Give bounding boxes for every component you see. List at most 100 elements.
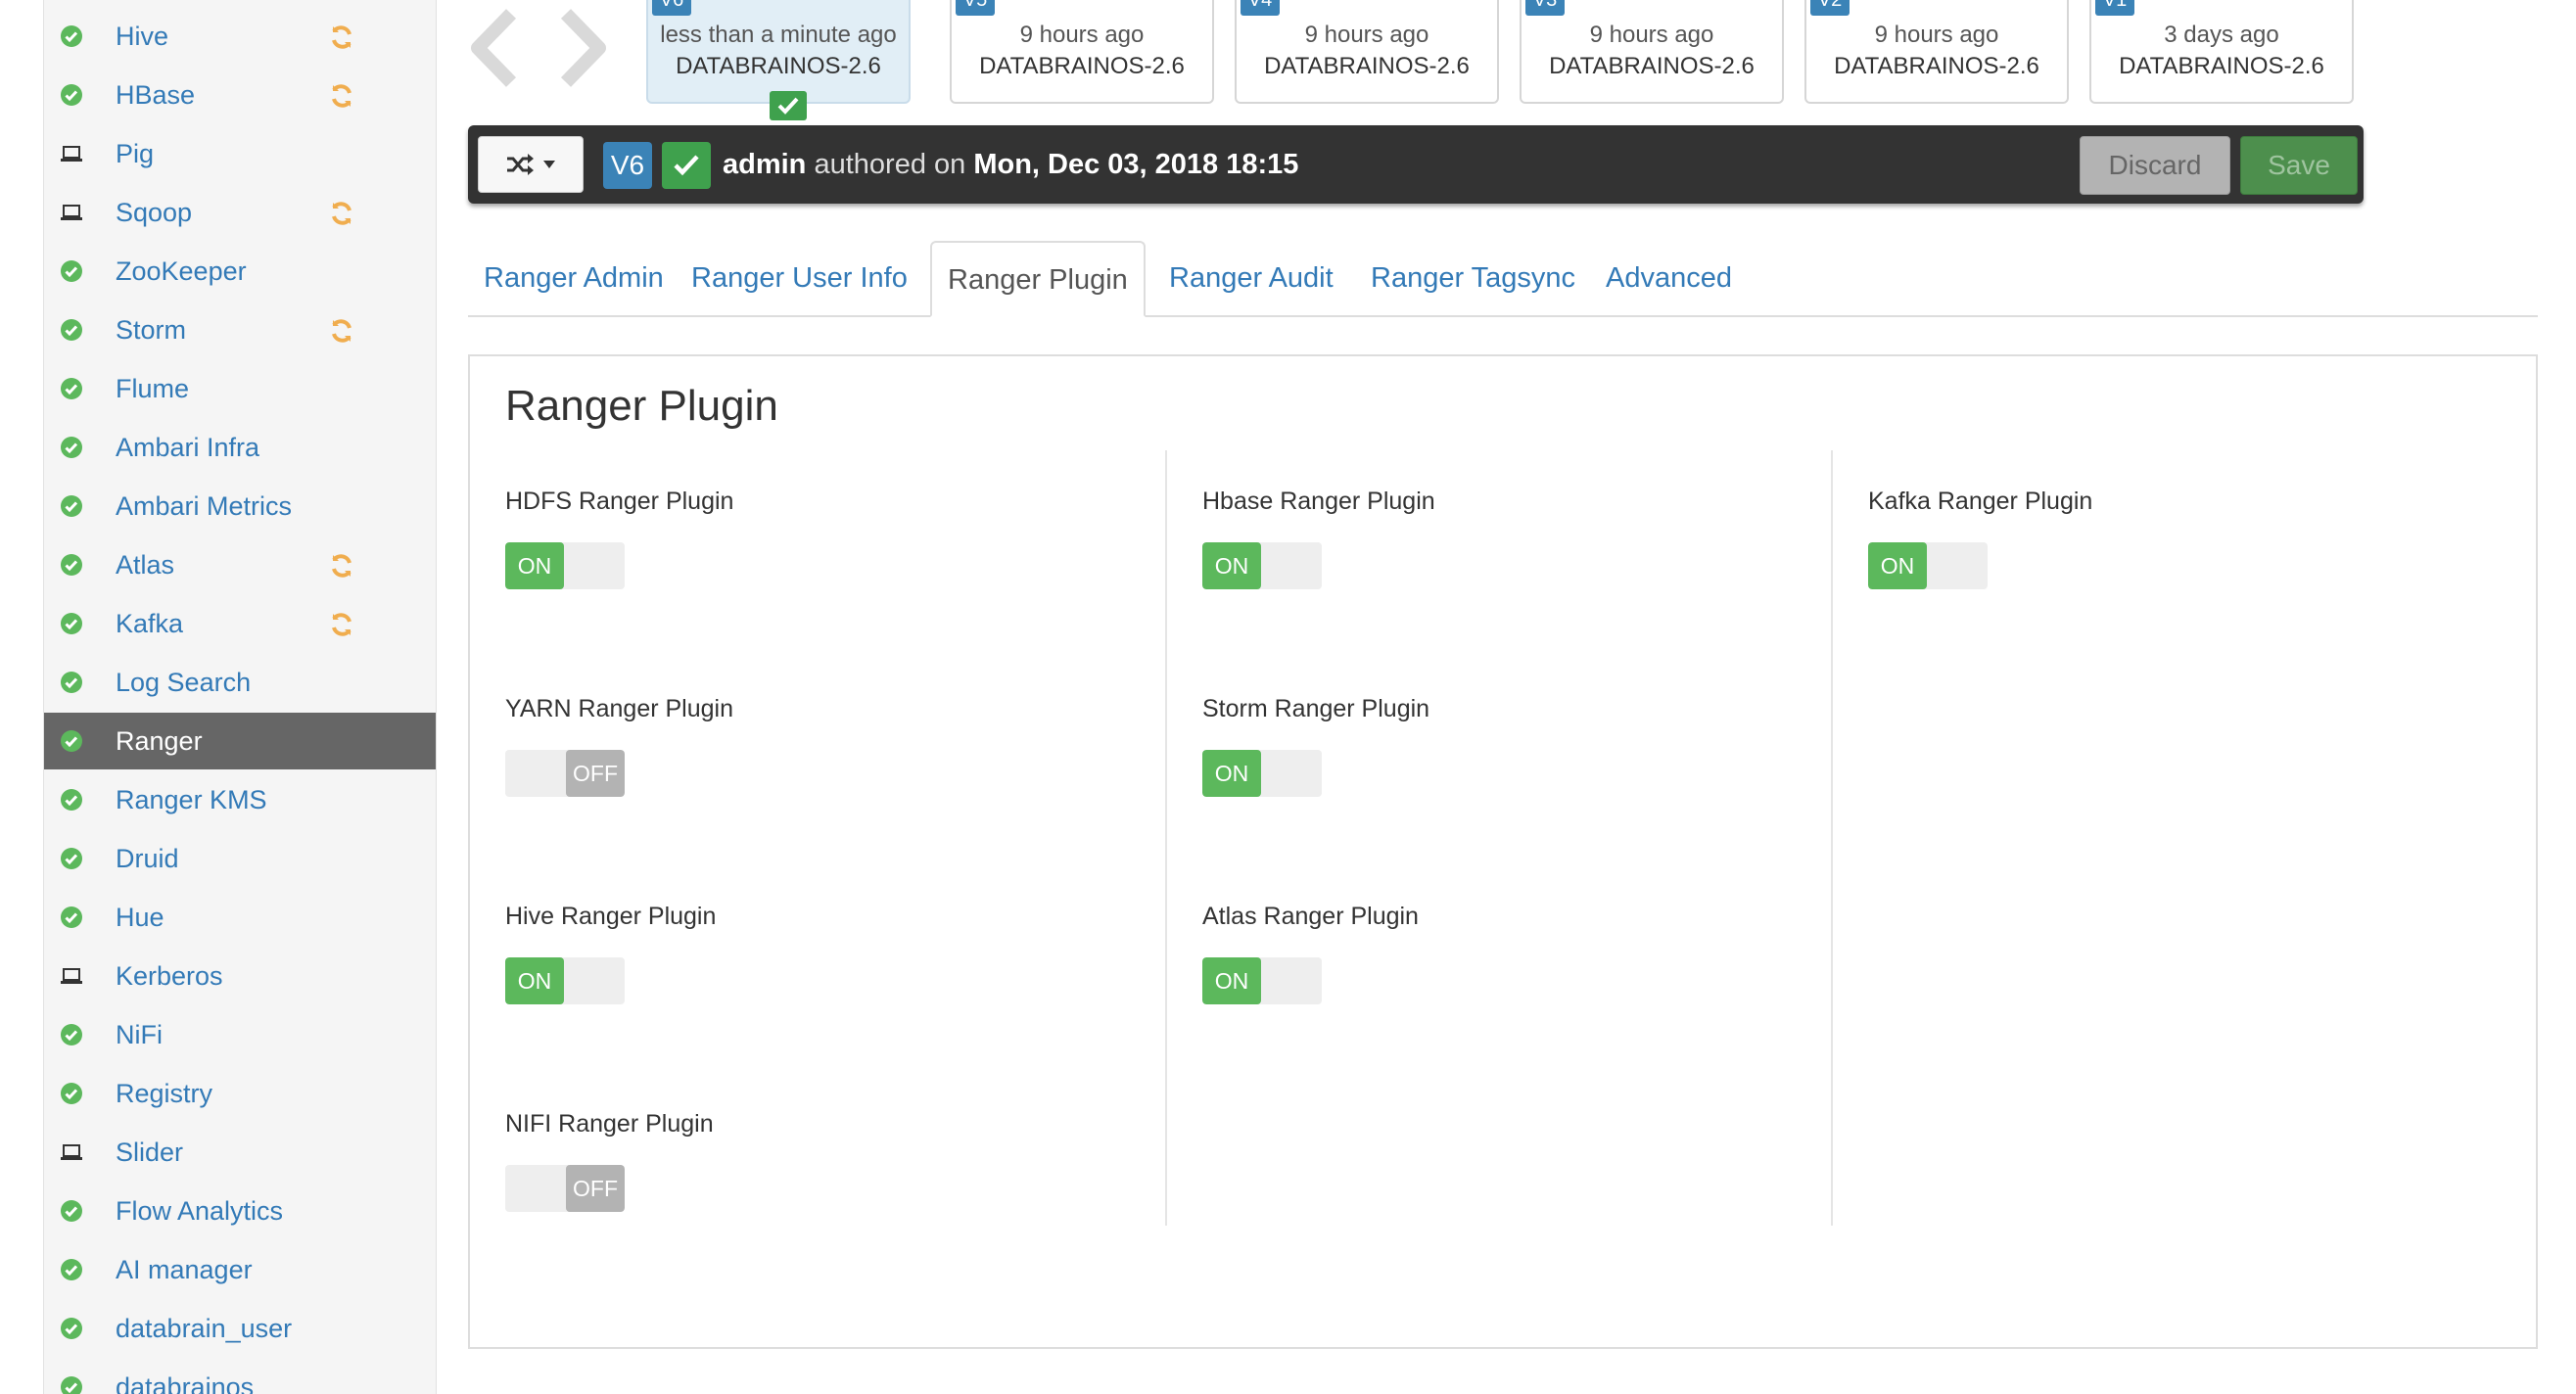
hbase-plugin-toggle[interactable]: ON (1202, 542, 1322, 589)
sidebar-item-registry[interactable]: Registry (44, 1065, 436, 1122)
sidebar-item-label: databrain_user (116, 1314, 293, 1343)
sidebar-item-hive[interactable]: Hive (44, 8, 436, 65)
version-author: admin (2283, 0, 2342, 6)
check-circle-icon (61, 554, 82, 576)
sidebar-item-ranger-kms[interactable]: Ranger KMS (44, 771, 436, 828)
kafka-plugin-toggle[interactable]: ON (1868, 542, 1988, 589)
yarn-plugin-label: YARN Ranger Plugin (505, 695, 733, 722)
toggle-state: ON (1202, 542, 1261, 589)
sidebar-item-storm[interactable]: Storm (44, 302, 436, 358)
sidebar-item-hbase[interactable]: HBase (44, 67, 436, 123)
version-box-v5[interactable]: V5 admin 9 hours ago DATABRAINOS-2.6 (950, 0, 1214, 104)
hdfs-plugin-toggle[interactable]: ON (505, 542, 625, 589)
version-author: admin (1144, 0, 1202, 6)
laptop-icon (61, 968, 82, 984)
sidebar-item-databrain-user[interactable]: databrain_user (44, 1300, 436, 1357)
sidebar-item-ambari-infra[interactable]: Ambari Infra (44, 419, 436, 476)
sidebar-item-ranger[interactable]: Ranger (44, 713, 436, 769)
yarn-plugin-toggle[interactable]: OFF (505, 750, 625, 797)
sidebar-item-flume[interactable]: Flume (44, 360, 436, 417)
tab-ranger-plugin[interactable]: Ranger Plugin (930, 241, 1146, 317)
next-versions-arrow-icon[interactable] (554, 8, 611, 88)
current-version-check-icon (770, 91, 807, 120)
refresh-icon[interactable] (328, 200, 355, 227)
config-tabs: Ranger Admin Ranger User Info Ranger Plu… (468, 241, 2538, 317)
check-circle-icon (61, 260, 82, 282)
panel-title: Ranger Plugin (505, 382, 778, 430)
current-version-check-icon (662, 142, 711, 189)
sidebar-item-slider[interactable]: Slider (44, 1124, 436, 1181)
version-time: 9 hours ago (1874, 22, 1999, 48)
sidebar-item-label: Flow Analytics (116, 1196, 284, 1226)
storm-plugin-toggle[interactable]: ON (1202, 750, 1322, 797)
version-badge: V3 (1525, 0, 1565, 16)
storm-plugin-label: Storm Ranger Plugin (1202, 695, 1430, 722)
version-author: admin (1713, 0, 1772, 6)
sidebar-item-nifi[interactable]: NiFi (44, 1006, 436, 1063)
check-circle-icon (61, 906, 82, 928)
sidebar-item-label: Slider (116, 1138, 184, 1167)
tab-ranger-user-info[interactable]: Ranger User Info (676, 241, 923, 315)
previous-versions-arrow-icon[interactable] (466, 8, 523, 88)
refresh-icon[interactable] (328, 82, 355, 110)
discard-button[interactable]: Discard (2080, 136, 2230, 195)
check-circle-icon (61, 319, 82, 341)
version-author: admin (1998, 0, 2057, 6)
sidebar-item-label: Ambari Infra (116, 433, 260, 462)
refresh-icon[interactable] (328, 611, 355, 638)
compare-versions-button[interactable] (478, 136, 584, 193)
sidebar-item-label: Registry (116, 1079, 213, 1108)
version-box-v1[interactable]: V1 admin 3 days ago DATABRAINOS-2.6 (2089, 0, 2354, 104)
sidebar-item-ai-manager[interactable]: AI manager (44, 1241, 436, 1298)
sidebar-item-label: Druid (116, 844, 179, 873)
sidebar-item-pig[interactable]: Pig (44, 125, 436, 182)
version-badge: V6 (652, 0, 691, 16)
sidebar-item-databrainos[interactable]: databrainos (44, 1359, 436, 1394)
sidebar-item-kafka[interactable]: Kafka (44, 595, 436, 652)
check-circle-icon (61, 1376, 82, 1394)
sidebar-item-flow-analytics[interactable]: Flow Analytics (44, 1183, 436, 1239)
sidebar-item-label: Sqoop (116, 198, 193, 227)
tab-ranger-admin[interactable]: Ranger Admin (468, 241, 679, 315)
hbase-plugin-label: Hbase Ranger Plugin (1202, 488, 1435, 515)
nifi-plugin-toggle[interactable]: OFF (505, 1165, 625, 1212)
sidebar-item-label: Log Search (116, 668, 252, 697)
sidebar-item-label: Hive (116, 22, 169, 51)
tab-ranger-tagsync[interactable]: Ranger Tagsync (1355, 241, 1591, 315)
sidebar-item-label: Atlas (116, 550, 175, 580)
refresh-icon[interactable] (328, 23, 355, 51)
version-box-v4[interactable]: V4 admin 9 hours ago DATABRAINOS-2.6 (1235, 0, 1499, 104)
version-box-v6[interactable]: V6 admin less than a minute ago DATABRAI… (646, 0, 911, 104)
refresh-icon[interactable] (328, 317, 355, 345)
author-name: admin (723, 149, 807, 180)
sidebar-item-ambari-metrics[interactable]: Ambari Metrics (44, 478, 436, 534)
check-circle-icon (61, 1318, 82, 1339)
refresh-icon[interactable] (328, 552, 355, 580)
version-badge: V4 (1241, 0, 1280, 16)
sidebar-item-druid[interactable]: Druid (44, 830, 436, 887)
kafka-plugin-label: Kafka Ranger Plugin (1868, 488, 2093, 515)
sidebar-item-kerberos[interactable]: Kerberos (44, 948, 436, 1004)
sidebar-item-atlas[interactable]: Atlas (44, 536, 436, 593)
version-time: less than a minute ago (660, 22, 897, 48)
hive-plugin-toggle[interactable]: ON (505, 957, 625, 1004)
tab-advanced[interactable]: Advanced (1590, 241, 1748, 315)
version-stack: DATABRAINOS-2.6 (1549, 53, 1755, 79)
sidebar-item-sqoop[interactable]: Sqoop (44, 184, 436, 241)
toggle-state: ON (1868, 542, 1927, 589)
sidebar-item-hue[interactable]: Hue (44, 889, 436, 946)
version-box-v2[interactable]: V2 admin 9 hours ago DATABRAINOS-2.6 (1804, 0, 2069, 104)
service-sidebar: Hive HBase Pig Sqoop ZooKeeper Storm Flu… (43, 0, 437, 1394)
save-button[interactable]: Save (2240, 136, 2358, 195)
version-box-v3[interactable]: V3 admin 9 hours ago DATABRAINOS-2.6 (1520, 0, 1784, 104)
tab-ranger-audit[interactable]: Ranger Audit (1153, 241, 1349, 315)
hdfs-plugin-label: HDFS Ranger Plugin (505, 488, 734, 515)
sidebar-item-label: Kerberos (116, 961, 223, 991)
atlas-plugin-toggle[interactable]: ON (1202, 957, 1322, 1004)
sidebar-item-zookeeper[interactable]: ZooKeeper (44, 243, 436, 300)
version-time: 9 hours ago (1304, 22, 1429, 48)
check-circle-icon (61, 613, 82, 634)
sidebar-item-log-search[interactable]: Log Search (44, 654, 436, 711)
sidebar-item-label: AI manager (116, 1255, 253, 1284)
caret-down-icon (543, 161, 555, 168)
